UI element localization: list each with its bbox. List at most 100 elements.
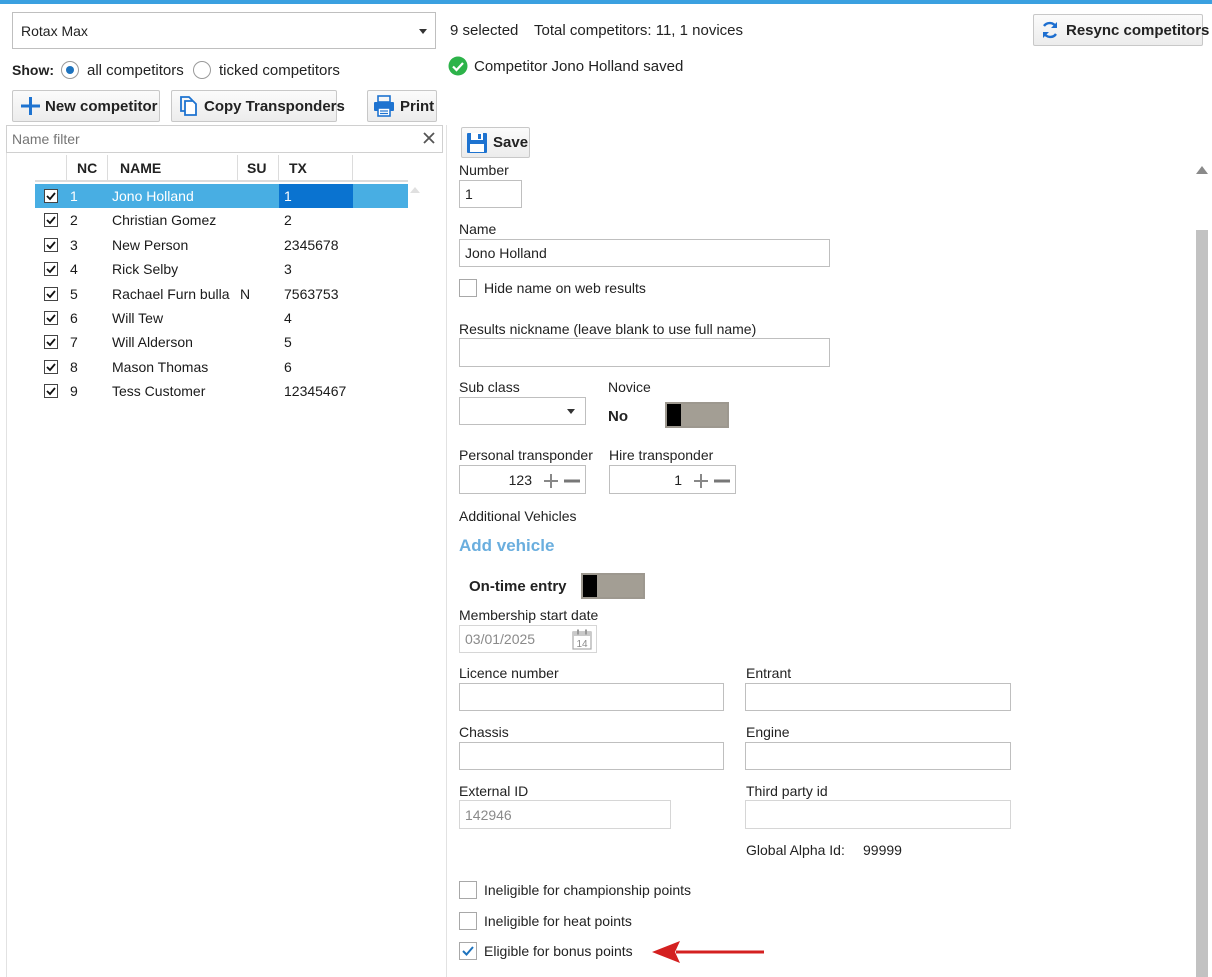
printer-icon [374, 95, 394, 117]
decrement-icon[interactable] [714, 474, 730, 488]
third-party-id-input[interactable] [745, 800, 1011, 829]
row-tx: 7563753 [284, 285, 339, 302]
selected-count: 9 selected [450, 22, 519, 39]
new-competitor-button[interactable]: New competitor [12, 90, 160, 122]
name-filter-input[interactable] [6, 125, 443, 153]
membership-start-date-input[interactable]: 03/01/2025 14 [459, 625, 597, 653]
column-divider [107, 155, 108, 182]
column-header-su[interactable]: SU [247, 160, 266, 176]
checkmark-icon [46, 387, 56, 396]
global-alpha-id-value: 99999 [863, 842, 902, 858]
copy-transponders-button[interactable]: Copy Transponders [171, 90, 345, 122]
licence-number-input[interactable] [459, 683, 724, 711]
resync-label: Resync competitors [1066, 21, 1210, 39]
calendar-icon[interactable]: 14 [572, 629, 592, 650]
checkmark-icon [46, 241, 56, 250]
hire-transponder-input[interactable]: 1 [609, 465, 736, 494]
checkmark-icon [46, 192, 56, 201]
resync-competitors-button[interactable]: Resync competitors [1033, 14, 1209, 46]
scroll-up-arrow-icon[interactable] [1196, 166, 1208, 174]
external-id-input[interactable]: 142946 [459, 800, 671, 829]
row-tx: 2 [284, 212, 292, 229]
column-divider [278, 155, 279, 182]
eligible-bonus-checkbox[interactable] [459, 942, 477, 960]
hire-transponder-label: Hire transponder [609, 447, 714, 463]
row-tx: 3 [284, 261, 292, 278]
all-competitors-radio[interactable] [61, 61, 79, 79]
table-row[interactable]: 5 Rachael Furn bulla N 7563753 [35, 282, 408, 306]
decrement-icon[interactable] [564, 474, 580, 488]
name-input[interactable]: Jono Holland [459, 239, 830, 267]
eligible-bonus-label[interactable]: Eligible for bonus points [484, 943, 633, 959]
row-checkbox[interactable] [44, 213, 58, 228]
clear-filter-icon[interactable] [423, 132, 435, 144]
increment-icon[interactable] [544, 474, 558, 488]
ineligible-championship-label[interactable]: Ineligible for championship points [484, 882, 691, 898]
row-number: 8 [70, 358, 78, 375]
entrant-label: Entrant [746, 665, 792, 681]
ineligible-heat-label[interactable]: Ineligible for heat points [484, 913, 632, 929]
number-input[interactable]: 1 [459, 180, 522, 208]
table-row[interactable]: 3 New Person 2345678 [35, 233, 408, 257]
engine-input[interactable] [745, 742, 1011, 770]
row-checkbox[interactable] [44, 384, 58, 399]
add-vehicle-link[interactable]: Add vehicle [459, 536, 554, 556]
row-checkbox[interactable] [44, 359, 58, 374]
column-header-nc[interactable]: NC [77, 160, 97, 176]
row-checkbox[interactable] [44, 311, 58, 325]
row-name: Rachael Furn bulla [112, 285, 230, 302]
save-label: Save [493, 134, 529, 151]
window-top-border [0, 0, 1212, 4]
table-row[interactable]: 7 Will Alderson 5 [35, 330, 408, 354]
form-scrollbar-thumb[interactable] [1196, 230, 1208, 977]
column-header-tx[interactable]: TX [289, 160, 307, 176]
row-checkbox[interactable] [44, 335, 58, 350]
ticked-competitors-label[interactable]: ticked competitors [219, 62, 340, 79]
save-button[interactable]: Save [461, 127, 530, 158]
row-checkbox[interactable] [44, 189, 58, 203]
subclass-select[interactable] [459, 397, 586, 425]
column-divider [237, 155, 238, 182]
toggle-knob [583, 575, 597, 597]
ineligible-heat-checkbox[interactable] [459, 912, 477, 930]
row-tx: 1 [284, 188, 292, 204]
table-row[interactable]: 6 Will Tew 4 [35, 306, 408, 330]
chevron-down-icon [567, 409, 575, 414]
third-party-id-label: Third party id [746, 783, 828, 799]
on-time-entry-toggle[interactable] [581, 573, 645, 599]
personal-transponder-value: 123 [508, 471, 532, 488]
personal-transponder-input[interactable]: 123 [459, 465, 586, 494]
calendar-day: 14 [576, 639, 588, 650]
novice-toggle[interactable] [665, 402, 729, 428]
row-checkbox[interactable] [44, 237, 58, 252]
novice-label: Novice [608, 379, 651, 395]
all-competitors-label[interactable]: all competitors [87, 62, 184, 79]
print-button[interactable]: Print [367, 90, 437, 122]
table-row[interactable]: 9 Tess Customer 12345467 [35, 379, 408, 403]
ineligible-championship-checkbox[interactable] [459, 881, 477, 899]
ticked-competitors-radio[interactable] [193, 61, 211, 79]
entrant-input[interactable] [745, 683, 1011, 711]
class-select[interactable]: Rotax Max [12, 12, 436, 49]
row-tx: 5 [284, 334, 292, 351]
row-number: 9 [70, 383, 78, 400]
hide-name-label[interactable]: Hide name on web results [484, 280, 646, 296]
row-checkbox[interactable] [44, 286, 58, 301]
table-row[interactable]: 8 Mason Thomas 6 [35, 355, 408, 379]
table-row[interactable]: 2 Christian Gomez 2 [35, 208, 408, 232]
success-check-icon [448, 56, 468, 76]
scroll-up-arrow-icon[interactable] [410, 187, 420, 193]
on-time-entry-label: On-time entry [469, 578, 567, 595]
nickname-input[interactable] [459, 338, 830, 367]
chassis-input[interactable] [459, 742, 724, 770]
row-name: Will Tew [112, 310, 164, 326]
increment-icon[interactable] [694, 474, 708, 488]
checkmark-icon [46, 265, 56, 274]
table-row[interactable]: 1 Jono Holland 1 [35, 184, 408, 208]
global-alpha-id-label: Global Alpha Id: [746, 842, 845, 858]
table-row[interactable]: 4 Rick Selby 3 [35, 257, 408, 281]
external-id-label: External ID [459, 783, 529, 799]
column-header-name[interactable]: NAME [120, 160, 161, 176]
hide-name-checkbox[interactable] [459, 279, 477, 297]
row-checkbox[interactable] [44, 262, 58, 277]
